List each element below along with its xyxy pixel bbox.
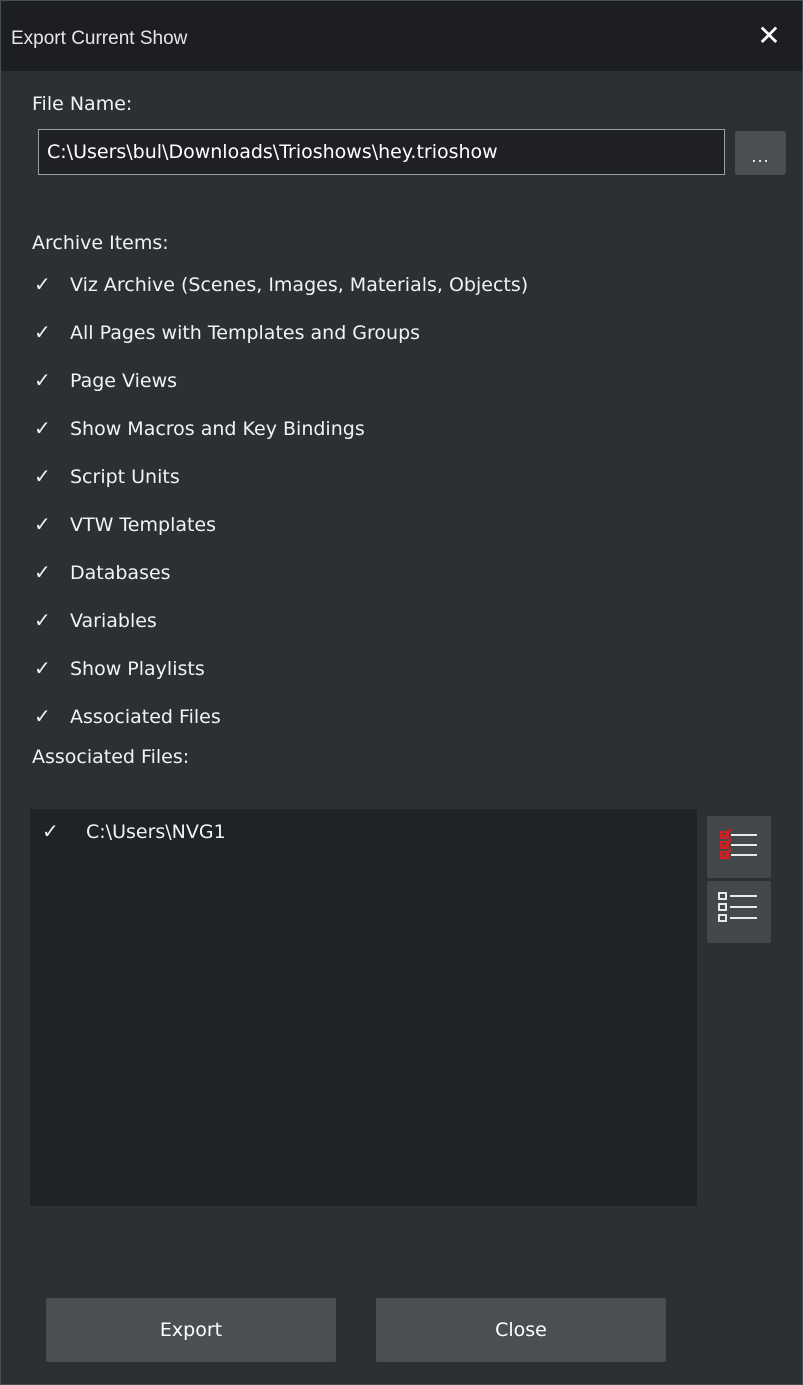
archive-item-label: Page Views [70, 370, 178, 392]
export-dialog: Export Current Show ✕ File Name: C:\User… [0, 0, 803, 1385]
associated-files-list[interactable]: ✓ C:\Users\NVG1 [30, 809, 697, 1206]
dialog-title: Export Current Show [11, 28, 188, 49]
archive-item-label: Script Units [70, 466, 180, 488]
check-all-button[interactable] [707, 816, 771, 878]
checkmark-icon: ✓ [34, 272, 51, 296]
checkmark-icon: ✓ [34, 512, 51, 536]
archive-item-label: Show Macros and Key Bindings [70, 418, 365, 440]
archive-item-label: Variables [70, 610, 157, 632]
checkmark-icon: ✓ [34, 656, 51, 680]
associated-files-label: Associated Files: [32, 746, 190, 768]
archive-item-label: VTW Templates [70, 514, 217, 536]
archive-item-vtw-templates[interactable]: ✓ VTW Templates [34, 507, 216, 541]
check-all-icon [720, 828, 757, 859]
uncheck-all-button[interactable] [707, 881, 771, 943]
checkmark-icon: ✓ [34, 416, 51, 440]
archive-item-script-units[interactable]: ✓ Script Units [34, 459, 180, 493]
archive-item-label: All Pages with Templates and Groups [70, 322, 421, 344]
close-button[interactable]: Close [376, 1298, 666, 1362]
checkmark-icon: ✓ [34, 320, 51, 344]
archive-item-label: Associated Files [70, 706, 221, 728]
archive-item-show-playlists[interactable]: ✓ Show Playlists [34, 651, 205, 685]
archive-item-show-macros[interactable]: ✓ Show Macros and Key Bindings [34, 411, 365, 445]
archive-item-databases[interactable]: ✓ Databases [34, 555, 171, 589]
archive-item-viz-archive[interactable]: ✓ Viz Archive (Scenes, Images, Materials,… [34, 267, 528, 301]
file-path: C:\Users\NVG1 [86, 821, 226, 843]
archive-item-all-pages[interactable]: ✓ All Pages with Templates and Groups [34, 315, 420, 349]
title-bar: Export Current Show ✕ [1, 1, 802, 71]
archive-item-variables[interactable]: ✓ Variables [34, 603, 157, 637]
archive-item-label: Show Playlists [70, 658, 205, 680]
checkmark-icon: ✓ [34, 464, 51, 488]
archive-item-label: Viz Archive (Scenes, Images, Materials, … [70, 274, 529, 296]
checkmark-icon: ✓ [34, 704, 51, 728]
file-name-label: File Name: [32, 93, 133, 115]
file-name-input[interactable]: C:\Users\bul\Downloads\Trioshows\hey.tri… [38, 129, 725, 175]
archive-item-associated-files[interactable]: ✓ Associated Files [34, 699, 221, 733]
archive-item-label: Databases [70, 562, 171, 584]
browse-button[interactable]: ... [735, 131, 786, 175]
checkmark-icon[interactable]: ✓ [40, 813, 86, 849]
archive-items-label: Archive Items: [32, 232, 169, 254]
list-item[interactable]: ✓ C:\Users\NVG1 [40, 813, 226, 849]
export-button[interactable]: Export [46, 1298, 336, 1362]
checkmark-icon: ✓ [34, 560, 51, 584]
checkmark-icon: ✓ [34, 608, 51, 632]
uncheck-all-icon [718, 892, 757, 922]
archive-item-page-views[interactable]: ✓ Page Views [34, 363, 177, 397]
checkmark-icon: ✓ [34, 368, 51, 392]
close-icon[interactable]: ✕ [754, 21, 784, 51]
